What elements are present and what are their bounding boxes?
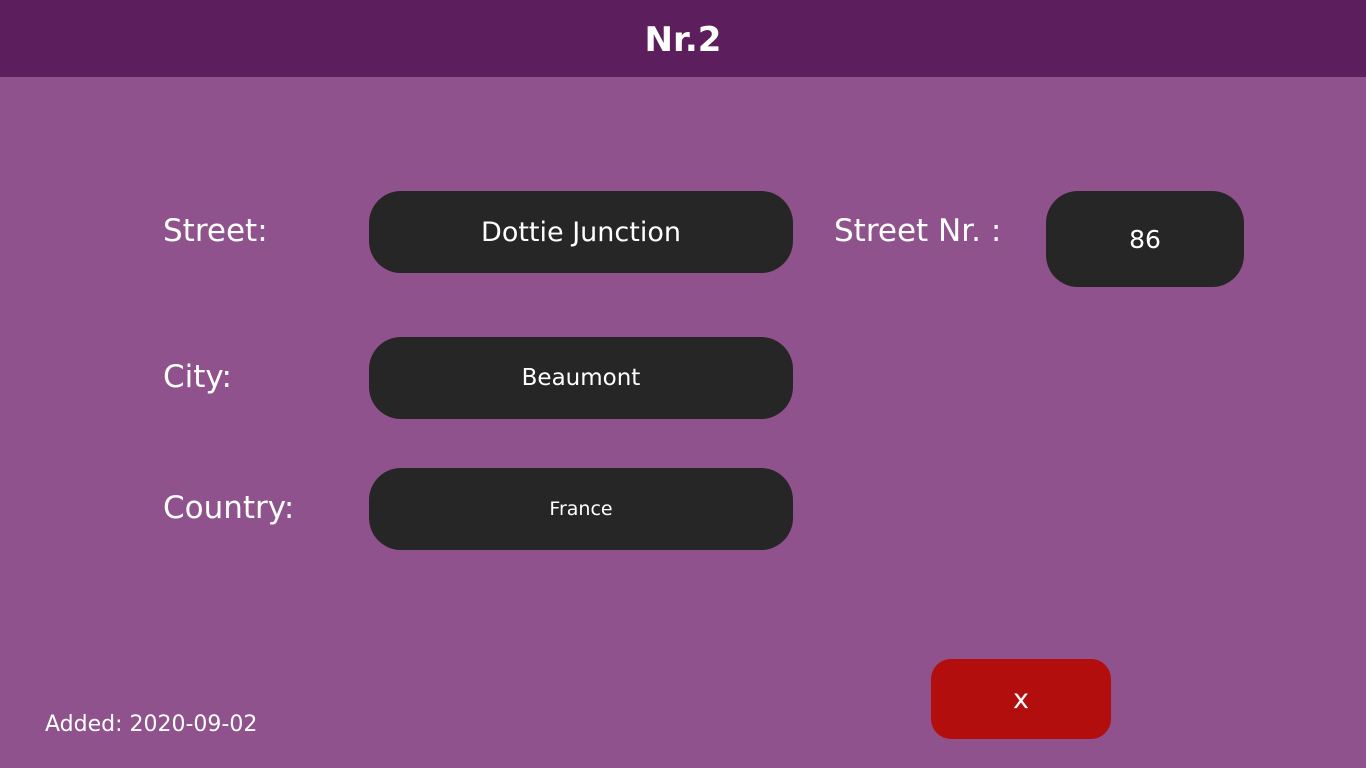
page-title: Nr.2	[644, 20, 722, 60]
street-nr-label: Street Nr. :	[834, 213, 1002, 249]
added-date: Added: 2020-09-02	[45, 712, 258, 737]
city-label: City:	[163, 359, 232, 395]
close-button[interactable]: x	[931, 659, 1111, 739]
street-field[interactable]: Dottie Junction	[369, 191, 793, 273]
city-field[interactable]: Beaumont	[369, 337, 793, 419]
street-nr-field[interactable]: 86	[1046, 191, 1244, 287]
country-label: Country:	[163, 490, 295, 526]
header-bar: Nr.2	[0, 0, 1366, 77]
street-label: Street:	[163, 213, 268, 249]
country-field[interactable]: France	[369, 468, 793, 550]
